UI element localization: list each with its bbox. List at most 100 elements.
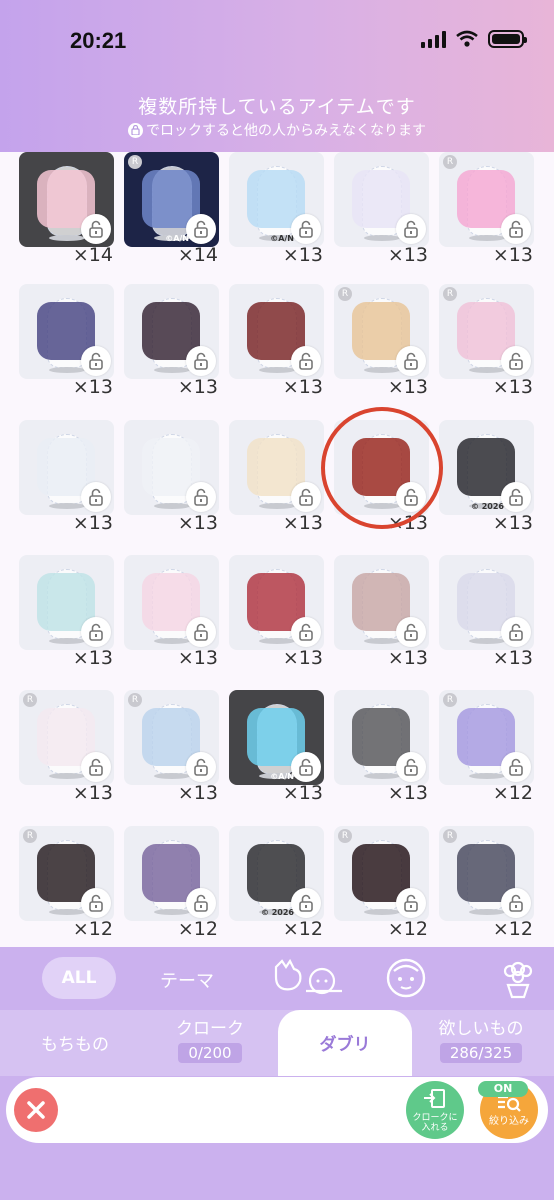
item-count: ×13 (282, 376, 323, 398)
lock-toggle-button[interactable] (291, 214, 321, 244)
lock-toggle-button[interactable] (291, 888, 321, 918)
floor-shadow (259, 503, 295, 509)
tab-mochimono[interactable]: もちもの (20, 1010, 130, 1076)
header-bar: 20:21 複数所持しているアイテムです でロックすると他の人からみえなくなりま… (0, 0, 554, 152)
lock-toggle-button[interactable] (186, 214, 216, 244)
lock-toggle-button[interactable] (501, 214, 531, 244)
lock-toggle-button[interactable] (501, 482, 531, 512)
close-icon (27, 1101, 45, 1119)
unlock-icon (404, 623, 418, 641)
highlight-circle (321, 407, 443, 529)
lock-toggle-button[interactable] (186, 888, 216, 918)
item-card[interactable] (334, 555, 429, 650)
item-card[interactable] (229, 420, 324, 515)
item-card[interactable] (229, 284, 324, 379)
status-icons (421, 30, 527, 48)
lock-toggle-button[interactable] (81, 346, 111, 376)
lock-toggle-button[interactable] (291, 482, 321, 512)
item-card[interactable]: R (334, 284, 429, 379)
wishlist-count: 286/325 (439, 1043, 523, 1063)
floor-shadow (469, 773, 505, 779)
unlock-icon (89, 352, 103, 370)
item-count: ×13 (282, 647, 323, 669)
tab-theme[interactable]: テーマ (160, 967, 214, 993)
item-card[interactable] (124, 284, 219, 379)
flower-pot-icon (503, 961, 533, 999)
lock-toggle-button[interactable] (396, 346, 426, 376)
item-card[interactable] (334, 690, 429, 785)
lock-toggle-button[interactable] (501, 752, 531, 782)
item-card[interactable]: R (439, 152, 534, 247)
tab-daburi[interactable]: ダブリ (278, 1010, 412, 1076)
lock-toggle-button[interactable] (186, 752, 216, 782)
copyright-mark: ©A/N (270, 234, 294, 243)
unlock-icon (299, 220, 313, 238)
unlock-icon (299, 488, 313, 506)
item-card[interactable]: R (439, 690, 534, 785)
item-card[interactable] (19, 284, 114, 379)
unlock-icon (89, 220, 103, 238)
item-count: ×14 (177, 244, 218, 266)
item-card[interactable]: R ©A/N (124, 152, 219, 247)
lock-toggle-button[interactable] (396, 888, 426, 918)
lock-toggle-button[interactable] (186, 482, 216, 512)
floor-shadow (154, 909, 190, 915)
item-card[interactable] (124, 555, 219, 650)
floor-shadow (364, 909, 400, 915)
item-count: ×13 (492, 376, 533, 398)
tab-all[interactable]: ALL (42, 957, 116, 999)
unlock-icon (89, 758, 103, 776)
item-card[interactable] (19, 420, 114, 515)
unlock-icon (89, 894, 103, 912)
item-card[interactable] (19, 152, 114, 247)
item-card[interactable]: ©A/N (229, 690, 324, 785)
floor-shadow (364, 638, 400, 644)
lock-toggle-button[interactable] (501, 617, 531, 647)
item-card[interactable]: R (439, 284, 534, 379)
lock-toggle-button[interactable] (81, 482, 111, 512)
item-card[interactable] (439, 555, 534, 650)
lock-toggle-button[interactable] (291, 752, 321, 782)
lock-toggle-button[interactable] (186, 346, 216, 376)
tab-character-pose[interactable] (272, 957, 350, 1001)
item-card[interactable]: © 2026 (229, 826, 324, 921)
item-card[interactable] (229, 555, 324, 650)
add-to-cloak-button[interactable]: クロークに 入れる (406, 1081, 464, 1139)
lock-toggle-button[interactable] (501, 346, 531, 376)
item-card[interactable]: R (439, 826, 534, 921)
item-card[interactable] (19, 555, 114, 650)
lock-toggle-button[interactable] (291, 617, 321, 647)
item-card[interactable] (124, 420, 219, 515)
rare-badge-icon: R (338, 829, 352, 843)
lock-toggle-button[interactable] (81, 214, 111, 244)
floor-shadow (154, 367, 190, 373)
item-card[interactable]: ©A/N (229, 152, 324, 247)
unlock-icon (89, 623, 103, 641)
rare-badge-icon: R (23, 693, 37, 707)
lock-toggle-button[interactable] (501, 888, 531, 918)
lock-toggle-button[interactable] (396, 617, 426, 647)
lock-toggle-button[interactable] (396, 214, 426, 244)
add-to-cloak-line1: クロークに (412, 1113, 458, 1123)
lock-toggle-button[interactable] (186, 617, 216, 647)
lock-toggle-button[interactable] (81, 752, 111, 782)
lock-toggle-button[interactable] (81, 617, 111, 647)
unlock-icon (509, 894, 523, 912)
tab-decoration[interactable] (500, 957, 536, 1003)
item-card[interactable]: © 2026 (439, 420, 534, 515)
lock-toggle-button[interactable] (291, 346, 321, 376)
close-button[interactable] (14, 1088, 58, 1132)
item-card[interactable] (124, 826, 219, 921)
tab-mochimono-label: もちもの (41, 1035, 109, 1055)
item-card[interactable] (334, 152, 429, 247)
tab-face[interactable] (384, 957, 428, 1003)
item-card[interactable]: R (19, 690, 114, 785)
lock-toggle-button[interactable] (81, 888, 111, 918)
item-card[interactable]: R (334, 826, 429, 921)
tab-cloak[interactable]: クローク 0/200 (150, 1010, 270, 1076)
item-card[interactable]: R (124, 690, 219, 785)
rare-badge-icon: R (443, 155, 457, 169)
tab-wishlist[interactable]: 欲しいもの 286/325 (418, 1010, 544, 1076)
lock-toggle-button[interactable] (396, 752, 426, 782)
item-card[interactable]: R (19, 826, 114, 921)
